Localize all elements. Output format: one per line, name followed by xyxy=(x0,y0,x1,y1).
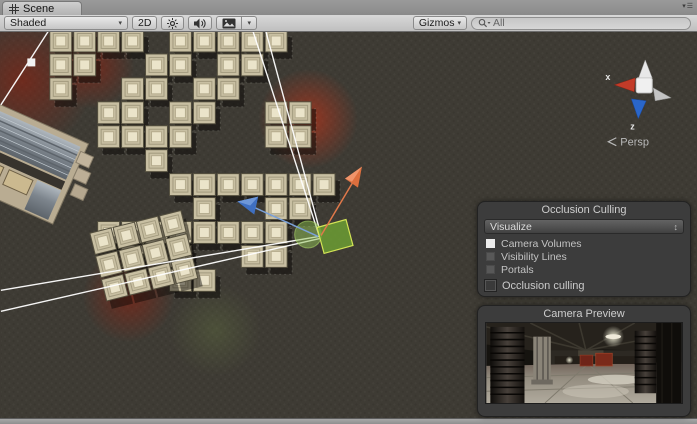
camera-volumes-checkbox[interactable] xyxy=(486,239,495,248)
visibility-lines-row[interactable]: Visibility Lines xyxy=(478,250,690,263)
soft-selection-circle xyxy=(294,220,323,249)
camera-volumes-row[interactable]: Camera Volumes xyxy=(478,237,690,250)
tab-scene-label: Scene xyxy=(23,2,55,15)
2d-toggle-label: 2D xyxy=(138,17,152,29)
effects-button-group: ▾ xyxy=(216,16,257,30)
tab-strip: Scene ▾☰ xyxy=(0,0,697,15)
occlusion-culling-label: Occlusion culling xyxy=(502,279,585,292)
camera-preview-title: Camera Preview xyxy=(543,308,625,320)
scene-viewport[interactable]: x z Persp Occlusion Culling Visualize ↕ … xyxy=(0,32,697,418)
unity-scene-window: Scene ▾☰ Shaded ▾ 2D ▾ Gizmos ▾ All x z … xyxy=(0,0,697,424)
search-icon xyxy=(478,18,491,27)
portals-checkbox[interactable] xyxy=(486,265,495,274)
visualize-dropdown-value: Visualize xyxy=(490,220,532,233)
shading-mode-dropdown[interactable]: Shaded ▾ xyxy=(4,16,128,30)
axis-x-label: x xyxy=(605,72,610,82)
visibility-lines-label: Visibility Lines xyxy=(501,250,567,263)
scene-tab-grid-icon xyxy=(9,3,19,14)
persp-label[interactable]: Persp xyxy=(620,137,649,149)
visualize-dropdown[interactable]: Visualize ↕ xyxy=(484,219,684,234)
frustum-handle[interactable] xyxy=(27,58,36,67)
tab-scene[interactable]: Scene xyxy=(2,1,82,15)
portals-row[interactable]: Portals xyxy=(478,263,690,276)
pane-options-icon[interactable]: ▾☰ xyxy=(682,2,694,10)
audio-toggle-button[interactable] xyxy=(188,16,213,30)
gizmos-label: Gizmos xyxy=(418,17,455,29)
window-resize-strip[interactable] xyxy=(0,418,697,424)
orientation-gizmo-cube[interactable] xyxy=(635,77,653,94)
speaker-icon xyxy=(194,18,206,28)
updown-arrows-icon: ↕ xyxy=(673,221,679,232)
camera-preview-panel: Camera Preview xyxy=(477,305,691,417)
effects-dropdown-button[interactable]: ▾ xyxy=(242,16,257,30)
chevron-down-icon: ▾ xyxy=(118,20,122,27)
occlusion-culling-toggle-row[interactable]: Occlusion culling xyxy=(478,276,690,292)
camera-preview-image xyxy=(485,322,683,404)
gizmos-dropdown[interactable]: Gizmos ▾ xyxy=(412,16,467,30)
chevron-down-icon: ▾ xyxy=(457,20,461,27)
scene-effects-button[interactable] xyxy=(216,16,243,30)
visibility-lines-checkbox[interactable] xyxy=(486,252,495,261)
chevron-down-icon: ▾ xyxy=(247,20,251,27)
axis-z-label: z xyxy=(630,122,635,132)
sun-icon xyxy=(167,17,179,29)
occlusion-culling-panel: Occlusion Culling Visualize ↕ Camera Vol… xyxy=(477,201,691,297)
camera-volumes-label: Camera Volumes xyxy=(501,237,582,250)
image-icon xyxy=(222,18,236,28)
2d-toggle-button[interactable]: 2D xyxy=(132,16,158,30)
occlusion-culling-checkbox[interactable] xyxy=(484,279,497,292)
occlusion-panel-title: Occlusion Culling xyxy=(541,204,627,216)
portals-label: Portals xyxy=(501,263,534,276)
scene-toolbar: Shaded ▾ 2D ▾ Gizmos ▾ All xyxy=(0,15,697,32)
scene-search-field[interactable] xyxy=(471,16,691,30)
lighting-toggle-button[interactable] xyxy=(161,16,185,30)
search-input[interactable] xyxy=(493,17,663,29)
shading-mode-label: Shaded xyxy=(10,17,47,29)
